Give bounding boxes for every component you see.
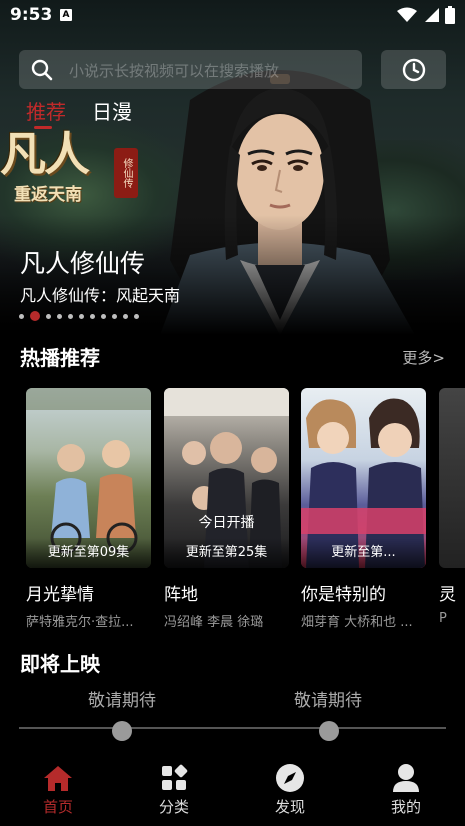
nav-discover-label: 发现 <box>274 798 305 816</box>
card-title: 你是特别的 <box>301 585 386 605</box>
user-icon <box>376 762 436 794</box>
banner-title: 凡人修仙传 <box>20 249 146 278</box>
show-poster: 今日开播 更新至第25集 <box>164 388 289 568</box>
timeline-dot[interactable] <box>112 721 132 741</box>
nav-profile[interactable]: 我的 <box>376 762 436 817</box>
nav-profile-label: 我的 <box>390 798 421 816</box>
search-input[interactable]: 小说示长按视频可以在搜索播放 <box>19 50 362 89</box>
update-badge: 更新至第... <box>301 538 426 568</box>
card-cast: 萨特雅克尔·查拉... <box>26 615 134 630</box>
show-poster <box>439 388 465 568</box>
nav-home[interactable]: 首页 <box>28 762 88 817</box>
show-poster: 更新至第09集 <box>26 388 151 568</box>
carousel-dot[interactable] <box>112 313 117 319</box>
carousel-dot[interactable] <box>123 313 128 319</box>
timeline-dot[interactable] <box>319 721 339 741</box>
card-cast: 畑芽育 大桥和也 ... <box>301 615 413 630</box>
coming-item-label: 敬请期待 <box>294 691 362 711</box>
poster-text: 今日开播 <box>198 515 255 531</box>
more-link[interactable]: 更多> <box>402 347 445 368</box>
carousel-dot[interactable] <box>46 313 51 319</box>
status-time: 9:53 <box>10 5 53 25</box>
clock-icon <box>402 58 425 81</box>
hot-card-row: 更新至第09集 月光挚情 萨特雅克尔·查拉... 今日开播 更新至第25集 阵地… <box>26 388 465 638</box>
category-icon <box>144 762 204 794</box>
bottom-nav: 首页 分类 发现 我的 <box>0 752 465 826</box>
tab-anime[interactable]: 日漫 <box>92 96 132 125</box>
banner-subtitle: 凡人修仙传：风起天南 <box>20 286 181 305</box>
nav-category-label: 分类 <box>158 798 189 816</box>
show-logo: 凡人 重返天南 修仙传 <box>0 118 140 213</box>
carousel-dot[interactable] <box>19 313 24 319</box>
card-cast: P <box>439 611 447 626</box>
nav-discover[interactable]: 发现 <box>260 762 320 817</box>
card-title: 月光挚情 <box>26 585 94 605</box>
show-card[interactable]: 更新至第09集 月光挚情 萨特雅克尔·查拉... <box>26 388 151 630</box>
status-bar: 9:53 A <box>0 0 465 32</box>
nav-home-label: 首页 <box>42 798 73 816</box>
update-badge: 更新至第09集 <box>26 538 151 568</box>
card-cast: 冯绍峰 李晨 徐璐 <box>164 615 264 630</box>
carousel-dot[interactable] <box>79 313 84 319</box>
top-tabs: 推荐 日漫 <box>26 96 132 129</box>
coming-item-label: 敬请期待 <box>88 691 156 711</box>
tab-recommend[interactable]: 推荐 <box>26 96 66 129</box>
show-card[interactable]: 灵 P <box>439 388 465 626</box>
show-poster: 更新至第... <box>301 388 426 568</box>
show-card[interactable]: 今日开播 更新至第25集 阵地 冯绍峰 李晨 徐璐 <box>164 388 289 630</box>
battery-icon <box>445 6 455 24</box>
wifi-icon <box>397 7 417 22</box>
carousel-dot[interactable] <box>90 313 95 319</box>
logo-sub-text: 重返天南 <box>14 185 82 205</box>
nav-category[interactable]: 分类 <box>144 762 204 817</box>
compass-icon <box>260 762 320 794</box>
history-button[interactable] <box>381 50 446 89</box>
coming-timeline: 敬请期待 敬请期待 <box>0 686 465 746</box>
card-title: 灵 <box>439 585 456 605</box>
carousel-dot[interactable] <box>30 311 40 321</box>
card-title: 阵地 <box>164 585 198 605</box>
update-badge: 更新至第25集 <box>164 538 289 568</box>
carousel-dot[interactable] <box>57 313 62 319</box>
show-card[interactable]: 更新至第... 你是特别的 畑芽育 大桥和也 ... <box>301 388 426 630</box>
status-icons <box>397 6 455 24</box>
hot-section-title: 热播推荐 <box>20 346 100 370</box>
carousel-dot[interactable] <box>134 313 139 319</box>
coming-section-title: 即将上映 <box>20 652 100 676</box>
logo-seal: 修仙传 <box>114 148 138 198</box>
search-placeholder: 小说示长按视频可以在搜索播放 <box>69 62 280 80</box>
signal-icon <box>425 8 439 22</box>
notification-badge: A <box>60 9 72 21</box>
timeline-line <box>19 727 446 729</box>
home-icon <box>28 762 88 794</box>
carousel-dot[interactable] <box>68 313 73 319</box>
carousel-dots[interactable] <box>19 311 139 321</box>
carousel-dot[interactable] <box>101 313 106 319</box>
search-icon <box>31 59 53 85</box>
